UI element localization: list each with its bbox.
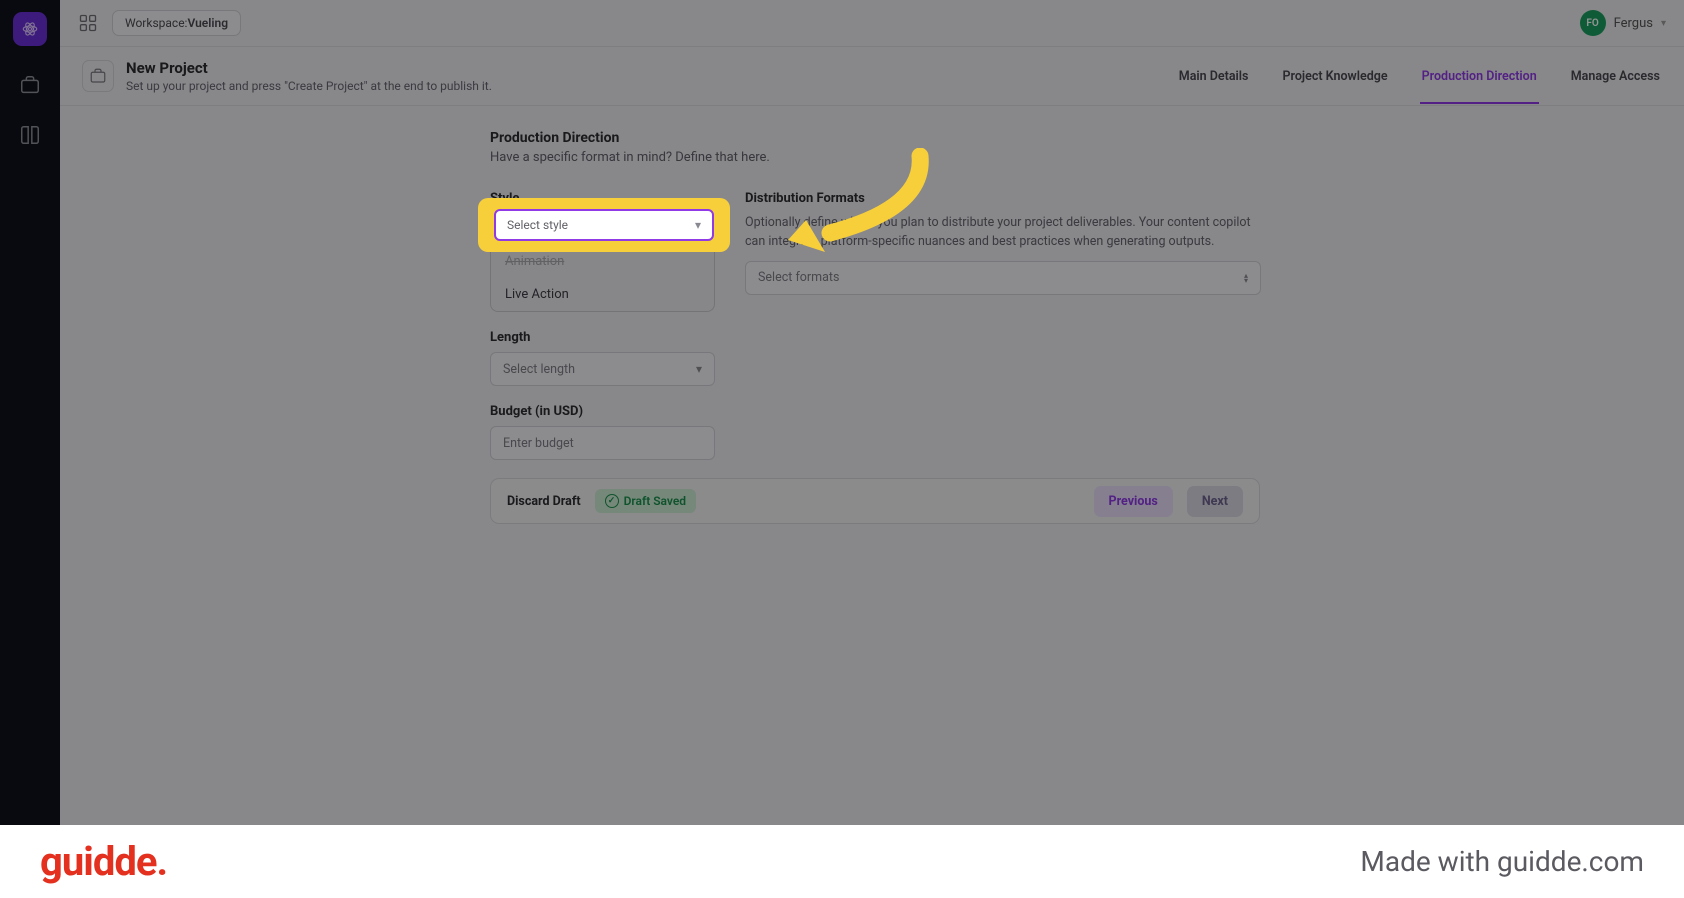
app-logo[interactable]: [13, 12, 47, 46]
user-name: Fergus: [1614, 16, 1653, 31]
budget-input[interactable]: Enter budget: [490, 426, 715, 460]
style-select-highlighted[interactable]: Select style ▾: [494, 209, 714, 241]
grid-icon[interactable]: [78, 13, 98, 33]
tab-project-knowledge[interactable]: Project Knowledge: [1280, 49, 1389, 104]
briefcase-icon[interactable]: [19, 74, 41, 96]
tutorial-highlight: Select style ▾: [478, 198, 730, 252]
avatar: FO: [1580, 10, 1606, 36]
chevron-down-icon: ▾: [1661, 18, 1666, 29]
user-menu[interactable]: FO Fergus ▾: [1580, 10, 1666, 36]
guidde-made-with: Made with guidde.com: [1360, 845, 1644, 878]
atom-icon: [21, 20, 39, 38]
book-icon[interactable]: [19, 124, 41, 146]
budget-placeholder: Enter budget: [503, 436, 574, 451]
length-placeholder: Select length: [503, 362, 575, 377]
budget-label: Budget (in USD): [490, 404, 715, 419]
form-footer: Discard Draft ✓ Draft Saved Previous Nex…: [490, 478, 1260, 524]
previous-button[interactable]: Previous: [1094, 486, 1173, 517]
workspace-pill[interactable]: Workspace:Vueling: [112, 10, 241, 36]
workspace-label: Workspace:: [125, 16, 187, 30]
guidde-footer: guidde. Made with guidde.com: [0, 825, 1684, 898]
style-option-live-action[interactable]: Live Action: [491, 278, 714, 311]
discard-button[interactable]: Discard Draft: [507, 494, 581, 509]
chevron-down-icon: ▾: [696, 362, 702, 376]
chevron-down-icon: ▾: [695, 218, 701, 232]
project-tabs: Main Details Project Knowledge Productio…: [1177, 49, 1662, 104]
section-title: Production Direction: [490, 130, 1260, 146]
tab-production-direction[interactable]: Production Direction: [1420, 49, 1539, 104]
sort-icon: ▴▾: [1244, 273, 1248, 283]
top-bar: Workspace:Vueling FO Fergus ▾: [60, 0, 1684, 47]
page-title: New Project: [126, 59, 492, 77]
check-circle-icon: ✓: [605, 494, 619, 508]
tab-manage-access[interactable]: Manage Access: [1569, 49, 1662, 104]
style-dropdown: Animation Live Action: [490, 245, 715, 312]
page-subtitle: Set up your project and press "Create Pr…: [126, 79, 492, 93]
project-icon: [82, 60, 114, 92]
guidde-brand: guidde.: [40, 838, 167, 885]
project-header: New Project Set up your project and pres…: [60, 47, 1684, 106]
distribution-placeholder: Select formats: [758, 270, 839, 285]
tab-main-details[interactable]: Main Details: [1177, 49, 1251, 104]
draft-saved-badge: ✓ Draft Saved: [595, 489, 697, 513]
left-rail: [0, 0, 60, 825]
workspace-name: Vueling: [187, 16, 228, 30]
tutorial-arrow: [770, 148, 940, 268]
length-select[interactable]: Select length ▾: [490, 352, 715, 386]
length-label: Length: [490, 330, 715, 345]
next-button[interactable]: Next: [1187, 486, 1243, 517]
